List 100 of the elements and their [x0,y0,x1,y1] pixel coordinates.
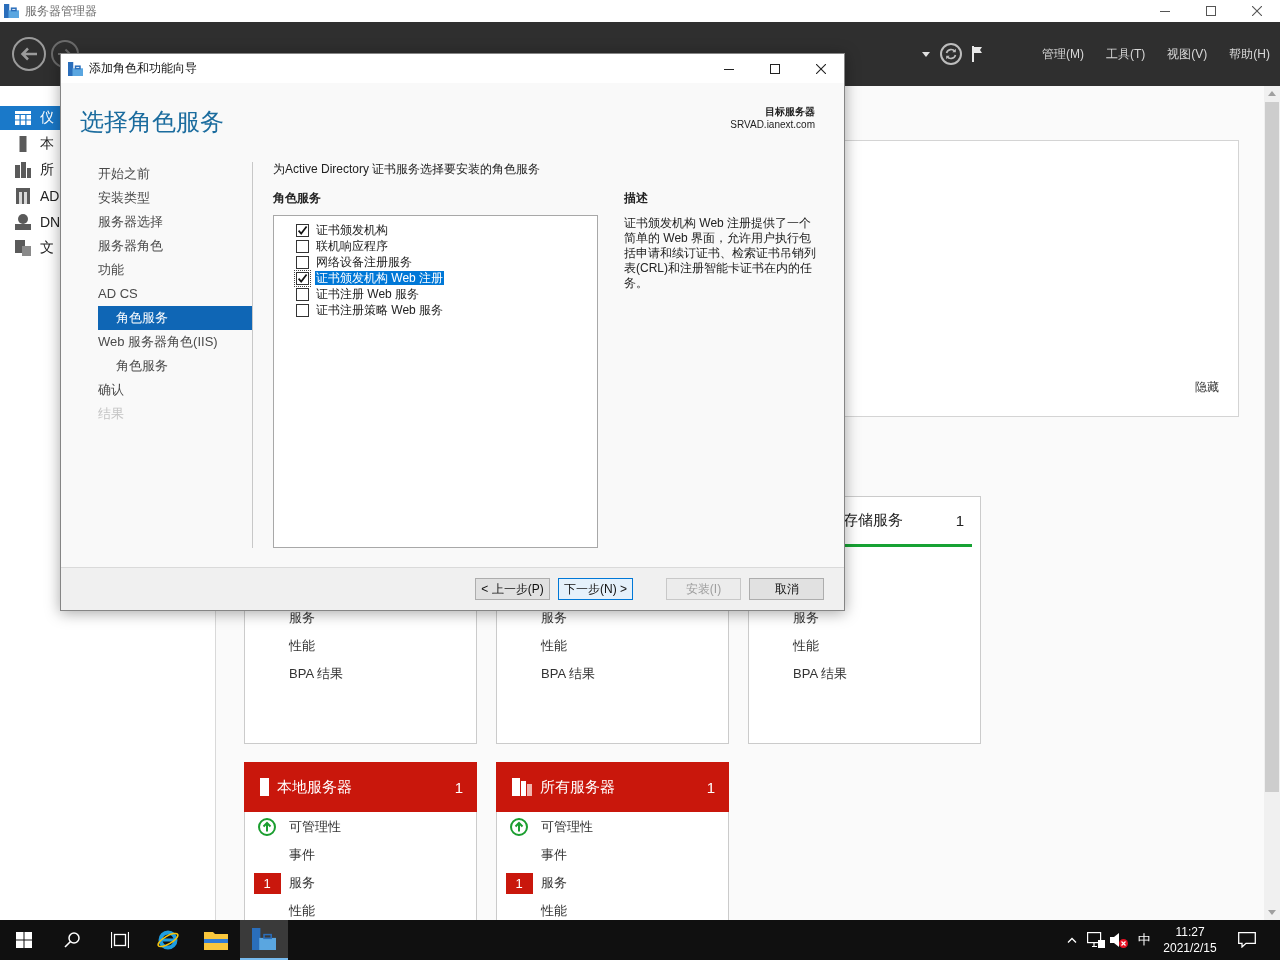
alert-count[interactable]: 1 [253,872,281,894]
up-arrow-circle-icon [258,818,276,836]
close-icon [1252,6,1262,16]
wizard-button[interactable]: 取消 [749,578,824,600]
tile-link[interactable]: 事件 [289,846,315,864]
maximize-icon [1206,6,1216,16]
speaker-muted-icon[interactable] [1110,932,1128,948]
tile-link[interactable]: BPA 结果 [541,665,595,683]
tile-link[interactable]: 服务 [289,609,315,627]
tile-count: 1 [454,778,463,796]
page-heading: 选择角色服务 [80,108,224,136]
role-option[interactable]: 联机响应程序 [315,239,389,253]
stacked-pages-icon [15,240,31,256]
scroll-down-icon [1268,910,1276,915]
browser-icon [156,928,180,952]
tile-count: 1 [955,512,964,529]
tile-link[interactable]: 服务 [289,874,315,892]
caret-down-icon[interactable] [922,51,930,57]
sidebar-item[interactable]: 仪 [0,106,60,130]
tile-link[interactable]: 事件 [541,846,567,864]
refresh-icon[interactable] [940,43,962,65]
role-option[interactable]: 证书注册 Web 服务 [315,287,421,301]
wizard-step[interactable]: 服务器选择 [98,210,252,234]
folder-icon [204,930,228,950]
wizard-step[interactable]: 确认 [98,378,252,402]
description-heading: 描述 [624,191,649,205]
role-option[interactable]: 证书注册策略 Web 服务 [315,303,445,317]
roles-heading: 角色服务 [273,191,322,205]
toolbox-icon [4,4,19,18]
wizard-step[interactable]: 安装类型 [98,186,252,210]
tile-link[interactable]: 服务 [541,874,567,892]
windows-logo-icon [16,932,32,948]
checkbox[interactable] [296,287,309,301]
tile-link[interactable]: 性能 [289,902,315,920]
back-button[interactable] [12,37,46,71]
servers-icon [512,778,532,796]
tile-title[interactable]: 所有服务器 [540,777,707,797]
menu-item[interactable]: 工具(T) [1106,45,1146,63]
arrow-left-icon [20,47,38,61]
tile-link[interactable]: 服务 [793,609,819,627]
target-server-name: SRVAD.ianext.com [730,118,815,131]
checkbox[interactable] [296,303,309,317]
tile-link[interactable]: 性能 [793,637,819,655]
scrollbar[interactable] [1264,86,1280,920]
wizard-step[interactable]: 角色服务 [98,306,252,330]
toolbox-icon [252,928,276,950]
sidebar-item[interactable]: 文 [0,236,60,260]
wizard-step[interactable]: 功能 [98,258,252,282]
wizard-button[interactable]: < 上一步(P) [475,578,550,600]
tile-title[interactable]: 存储服务 [843,511,956,530]
input-method-indicator[interactable]: 中 [1134,931,1154,949]
role-option[interactable]: 证书颁发机构 [315,223,389,237]
menu-item[interactable]: 管理(M) [1042,45,1084,63]
checkbox[interactable] [296,271,309,285]
tile-link[interactable]: 可管理性 [541,818,593,836]
tile-link[interactable]: BPA 结果 [289,665,343,683]
checkbox[interactable] [296,239,309,253]
target-server-label: 目标服务器 [765,105,815,118]
alert-count[interactable]: 1 [505,872,533,894]
taskbar-app-button[interactable] [240,920,288,960]
wizard-step[interactable]: 服务器角色 [98,234,252,258]
wizard-step[interactable]: AD CS [98,282,252,306]
wizard-step[interactable]: 开始之前 [98,162,252,186]
wizard-step[interactable]: 角色服务 [98,354,252,378]
up-arrow-circle-icon [510,818,528,836]
search-icon [64,932,80,948]
window-title: 服务器管理器 [25,2,97,20]
sidebar-item[interactable]: DN [0,210,60,234]
notification-icon[interactable] [1238,932,1256,948]
menu-item[interactable]: 帮助(H) [1229,45,1270,63]
tile-link[interactable]: 性能 [289,637,315,655]
tile-link[interactable]: BPA 结果 [793,665,847,683]
frame-icon [15,188,31,204]
tile-link[interactable]: 可管理性 [289,818,341,836]
hide-link[interactable]: 隐藏 [1195,379,1219,396]
task-view-icon [111,932,129,948]
tile-link[interactable]: 服务 [541,609,567,627]
server-icon [260,778,269,796]
chevron-up-icon[interactable] [1067,937,1077,943]
instruction-text: 为Active Directory 证书服务选择要安装的角色服务 [273,162,542,176]
tile-link[interactable]: 性能 [541,902,567,920]
tile-link[interactable]: 性能 [541,637,567,655]
maximize-icon [770,63,780,74]
menu-item[interactable]: 视图(V) [1167,45,1208,63]
scrollbar-thumb[interactable] [1265,102,1279,792]
wizard-button[interactable]: 下一步(N) > [558,578,633,600]
checkbox[interactable] [296,223,309,237]
sidebar-item[interactable]: 本 [0,132,60,156]
sidebar-item[interactable]: 所 [0,158,60,182]
servers-icon [15,162,31,178]
sidebar-item[interactable]: AD [0,184,60,208]
role-option[interactable]: 网络设备注册服务 [315,255,413,269]
network-icon[interactable] [1087,932,1105,948]
role-option[interactable]: 证书颁发机构 Web 注册 [315,271,445,285]
clock-date[interactable]: 2021/2/15 [1163,940,1217,956]
tile-title[interactable]: 本地服务器 [277,777,455,797]
checkbox[interactable] [296,255,309,269]
wizard-step[interactable]: Web 服务器角色(IIS) [98,330,252,354]
flag-icon[interactable] [972,46,982,62]
clock-time[interactable]: 11:27 [1175,924,1205,940]
